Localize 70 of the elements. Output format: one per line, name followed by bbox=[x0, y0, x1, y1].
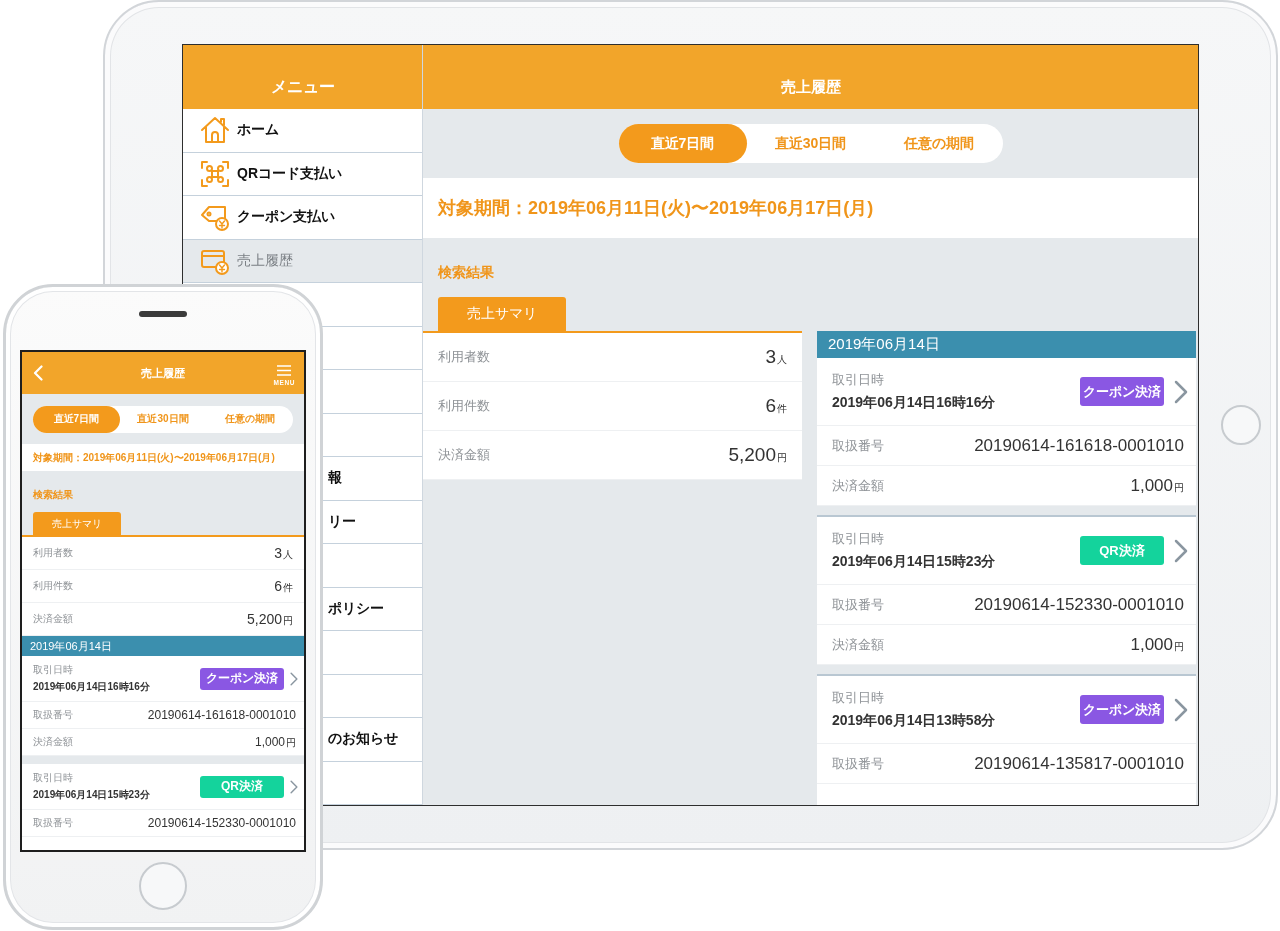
summary-label: 利用件数 bbox=[33, 579, 73, 593]
summary-value: 5,200円 bbox=[728, 444, 787, 466]
summary-value: 6件 bbox=[274, 577, 293, 595]
period-text: 対象期間：2019年06月11日(火)〜2019年06月17日(月) bbox=[33, 450, 275, 465]
payment-badge: クーポン決済 bbox=[200, 667, 284, 690]
datetime-text: 2019年06月14日15時23分 bbox=[832, 553, 996, 571]
datetime-label: 取引日時 bbox=[832, 530, 884, 548]
datetime-text: 2019年06月14日16時16分 bbox=[832, 394, 996, 412]
datetime-text: 2019年06月14日15時23分 bbox=[33, 788, 150, 802]
detail-value: 20190614-152330-0001010 bbox=[147, 816, 296, 830]
summary-label: 利用者数 bbox=[33, 546, 73, 560]
datetime-label: 取引日時 bbox=[832, 371, 884, 389]
detail-label: 取扱番号 bbox=[33, 708, 73, 722]
summary-value: 5,200円 bbox=[246, 610, 293, 628]
payment-badge: QR決済 bbox=[200, 775, 284, 798]
datetime-text: 2019年06月14日16時16分 bbox=[33, 680, 150, 694]
chevron-right-icon bbox=[290, 671, 298, 686]
detail-label: 取扱番号 bbox=[832, 754, 884, 773]
header-title: 売上履歴 bbox=[141, 365, 185, 381]
speaker-slot bbox=[139, 311, 187, 317]
ticket-coin-icon bbox=[200, 203, 230, 232]
scan-frame-icon bbox=[200, 159, 230, 188]
detail-value: 20190614-161618-0001010 bbox=[974, 435, 1184, 456]
detail-value: 1,000円 bbox=[1130, 634, 1184, 655]
payment-badge: クーポン決済 bbox=[1080, 695, 1164, 724]
summary-value: 3人 bbox=[765, 346, 787, 368]
transaction-card[interactable]: 取引日時 2019年06月14日15時23分 QR決済 取扱番号 20190614-152330-0001010 bbox=[22, 764, 304, 850]
menu-icon bbox=[277, 364, 292, 376]
payment-badge: クーポン決済 bbox=[1080, 377, 1164, 406]
datetime-label: 取引日時 bbox=[33, 771, 73, 785]
date-header: 2019年06月14日 bbox=[817, 331, 1196, 358]
chevron-right-icon bbox=[290, 779, 298, 794]
summary-label: 決済金額 bbox=[33, 612, 73, 626]
detail-value: 1,000円 bbox=[254, 734, 296, 750]
home-button[interactable] bbox=[1221, 405, 1261, 445]
chevron-right-icon bbox=[1174, 538, 1188, 563]
summary-value: 3人 bbox=[274, 544, 293, 562]
results-title: 検索結果 bbox=[33, 489, 73, 501]
header-title: 売上履歴 bbox=[780, 77, 841, 97]
detail-label: 取扱番号 bbox=[33, 816, 73, 830]
detail-label: 決済金額 bbox=[33, 735, 73, 749]
transaction-card[interactable]: 取引日時 2019年06月14日16時16分 クーポン決済 取扱番号 20190614-161618-0001010 決済金額 1,000円 bbox=[22, 656, 304, 756]
detail-value: 1,000円 bbox=[1130, 475, 1184, 496]
detail-label: 決済金額 bbox=[832, 476, 884, 495]
chevron-left-icon[interactable] bbox=[33, 365, 43, 381]
detail-value: 20190614-161618-0001010 bbox=[147, 708, 296, 722]
summary-label: 決済金額 bbox=[438, 446, 490, 464]
period-text: 対象期間：2019年06月11日(火)〜2019年06月17日(月) bbox=[438, 197, 874, 220]
datetime-text: 2019年06月14日13時58分 bbox=[832, 712, 996, 730]
detail-value: 20190614-135817-0001010 bbox=[974, 753, 1184, 774]
chevron-right-icon bbox=[1174, 697, 1188, 722]
payment-badge: QR決済 bbox=[1080, 536, 1164, 565]
transaction-card[interactable]: 取引日時 2019年06月14日16時16分 クーポン決済 取扱番号 20190614-161618-0001010 決済金額 1,000円 bbox=[817, 358, 1196, 506]
detail-value: 20190614-152330-0001010 bbox=[974, 594, 1184, 615]
datetime-label: 取引日時 bbox=[33, 663, 73, 677]
summary-label: 利用件数 bbox=[438, 397, 490, 415]
transaction-card[interactable]: 取引日時 2019年06月14日13時58分 クーポン決済 取扱番号 20190614-135817-0001010 bbox=[817, 674, 1196, 805]
detail-label: 取扱番号 bbox=[832, 595, 884, 614]
summary-value: 6件 bbox=[765, 395, 787, 417]
home-button[interactable] bbox=[139, 862, 187, 910]
chevron-right-icon bbox=[1174, 379, 1188, 404]
sidebar-title: メニュー bbox=[270, 76, 335, 97]
results-title: 検索結果 bbox=[438, 264, 494, 280]
house-icon bbox=[200, 116, 230, 145]
summary-label: 利用者数 bbox=[438, 348, 490, 366]
transaction-card[interactable]: 取引日時 2019年06月14日15時23分 QR決済 取扱番号 20190614-152330-0001010 決済金額 1,000円 bbox=[817, 515, 1196, 665]
detail-label: 取扱番号 bbox=[832, 436, 884, 455]
detail-label: 決済金額 bbox=[832, 635, 884, 654]
datetime-label: 取引日時 bbox=[832, 689, 884, 707]
date-header: 2019年06月14日 bbox=[22, 636, 304, 656]
